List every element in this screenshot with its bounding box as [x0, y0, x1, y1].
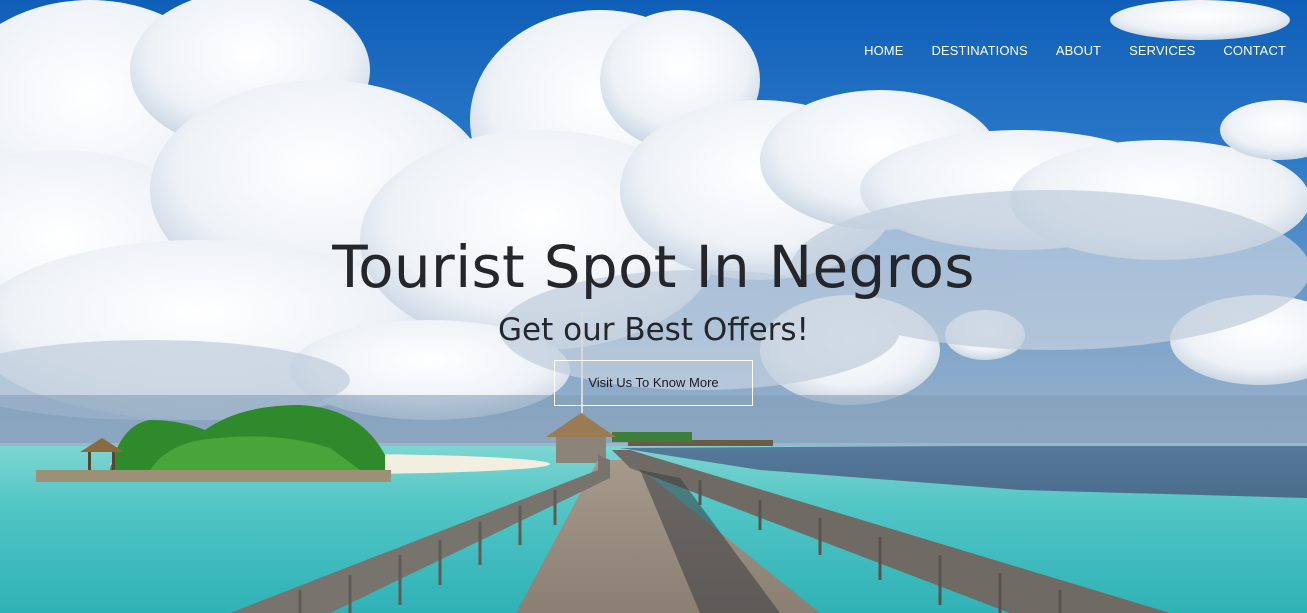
hero-subtitle: Get our Best Offers! — [498, 312, 809, 348]
main-nav: HOME DESTINATIONS ABOUT SERVICES CONTACT — [864, 40, 1286, 59]
nav-item-contact: CONTACT — [1223, 40, 1286, 59]
hero-content: Tourist Spot In Negros Get our Best Offe… — [0, 232, 1307, 406]
nav-link-contact[interactable]: CONTACT — [1223, 43, 1286, 58]
nav-link-services[interactable]: SERVICES — [1129, 43, 1195, 58]
nav-item-destinations: DESTINATIONS — [932, 40, 1028, 59]
hero-section: HOME DESTINATIONS ABOUT SERVICES CONTACT… — [0, 0, 1307, 613]
hero-title: Tourist Spot In Negros — [332, 233, 975, 301]
nav-item-services: SERVICES — [1129, 40, 1195, 59]
nav-link-home[interactable]: HOME — [864, 43, 903, 58]
nav-item-about: ABOUT — [1056, 40, 1101, 59]
nav-link-destinations[interactable]: DESTINATIONS — [932, 43, 1028, 58]
nav-link-about[interactable]: ABOUT — [1056, 43, 1101, 58]
visit-us-button[interactable]: Visit Us To Know More — [554, 360, 753, 406]
nav-item-home: HOME — [864, 40, 903, 59]
